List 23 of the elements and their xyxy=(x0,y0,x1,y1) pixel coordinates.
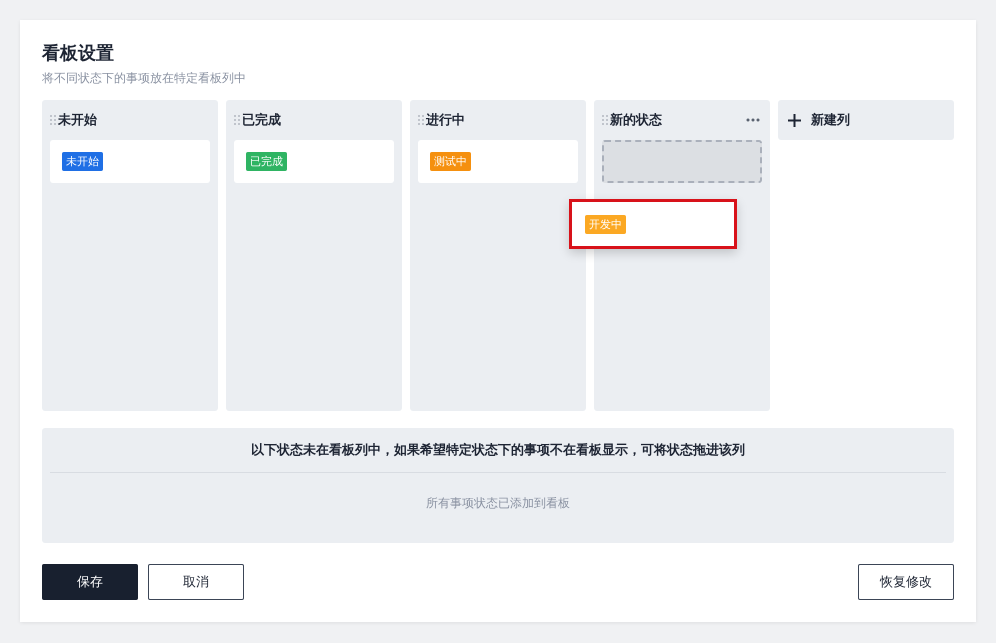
status-tag: 开发中 xyxy=(585,214,626,234)
save-button[interactable]: 保存 xyxy=(42,564,138,600)
column-title: 进行中 xyxy=(426,112,465,129)
dialog-title: 看板设置 xyxy=(42,42,115,66)
empty-message: 所有事项状态已添加到看板 xyxy=(425,495,571,512)
column-title: 未开始 xyxy=(58,112,97,129)
status-tag: 测试中 xyxy=(430,152,471,171)
new-column-button[interactable]: 新建列 xyxy=(778,100,954,140)
drag-handle-icon[interactable] xyxy=(50,115,56,125)
status-tag: 未开始 xyxy=(62,152,103,171)
drag-handle-icon[interactable] xyxy=(418,115,424,125)
more-icon[interactable] xyxy=(746,118,760,122)
status-tag: 已完成 xyxy=(246,152,287,171)
dialog-subtitle: 将不同状态下的事项放在特定看板列中 xyxy=(42,70,247,86)
drag-handle-icon[interactable] xyxy=(234,115,240,125)
cancel-button[interactable]: 取消 xyxy=(148,564,244,600)
reset-button[interactable]: 恢复修改 xyxy=(858,564,954,600)
column-title: 新的状态 xyxy=(610,112,662,129)
status-card[interactable]: 未开始 xyxy=(50,140,210,183)
drag-handle-icon[interactable] xyxy=(602,115,608,125)
plus-icon xyxy=(788,114,801,126)
column-title: 已完成 xyxy=(242,112,281,129)
unassigned-heading: 以下状态未在看板列中，如果希望特定状态下的事项不在看板显示，可将状态拖进该列 xyxy=(50,428,946,473)
